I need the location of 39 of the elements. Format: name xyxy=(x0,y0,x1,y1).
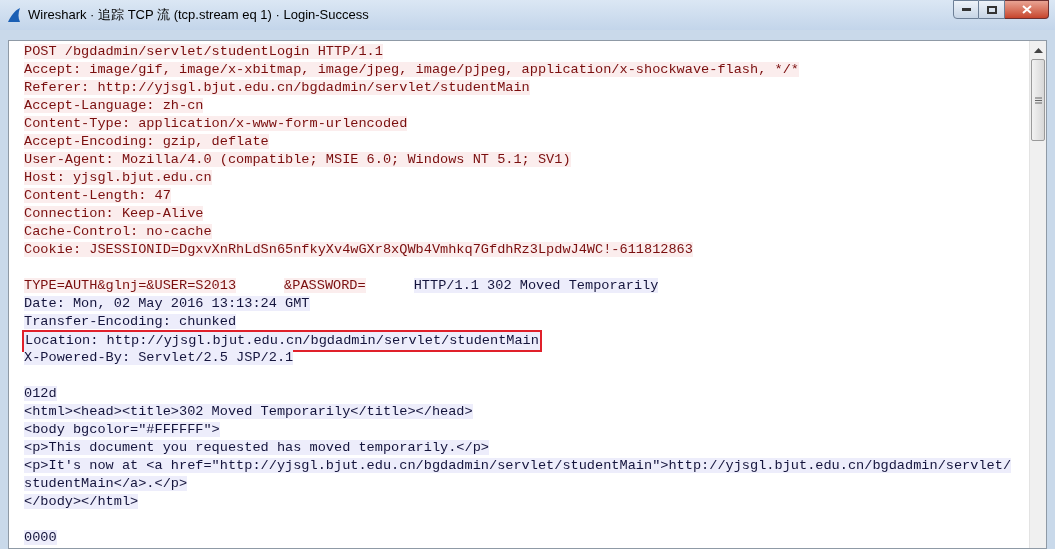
request-text: Referer: http://yjsgl.bjut.edu.cn/bgdadmin/servlet/studentMain xyxy=(24,80,530,95)
shark-fin-icon xyxy=(6,7,22,23)
response-text: 012d xyxy=(24,386,57,401)
maximize-icon xyxy=(986,5,997,14)
request-text: Accept-Language: zh-cn xyxy=(24,98,204,113)
request-text: Accept: image/gif, image/x-xbitmap, image/jpeg, image/pjpeg, application/x-shockwave-flash, */* xyxy=(24,62,799,77)
response-text: X-Powered-By: Servlet/2.5 JSP/2.1 xyxy=(24,350,294,365)
response-text: <html><head><title>302 Moved Temporarily</title></head> xyxy=(24,404,473,419)
scrollbar-thumb[interactable] xyxy=(1031,59,1045,141)
request-text: User-Agent: Mozilla/4.0 (compatible; MSIE 6.0; Windows NT 5.1; SV1) xyxy=(24,152,571,167)
response-text: Location: http://yjsgl.bjut.edu.cn/bgdadmin/servlet/studentMain xyxy=(22,330,542,352)
response-text: <p>It's now at <a href="http://yjsgl.bjut.edu.cn/bgdadmin/servlet/studentMain">http://yjsgl.bjut.edu.cn/bgdadmin/servlet/ xyxy=(24,458,1012,473)
response-text: studentMain</a>.</p> xyxy=(24,476,188,491)
request-text: Host: yjsgl.bjut.edu.cn xyxy=(24,170,212,185)
vertical-scrollbar[interactable] xyxy=(1029,41,1046,548)
minimize-icon xyxy=(961,8,971,11)
request-text: Content-Type: application/x-www-form-urlencoded xyxy=(24,116,408,131)
response-text: </body></html> xyxy=(24,494,139,509)
response-text: Date: Mon, 02 May 2016 13:13:24 GMT xyxy=(24,296,310,311)
request-text: POST /bgdadmin/servlet/studentLogin HTTP/1.1 xyxy=(24,44,383,59)
request-text: Cache-Control: no-cache xyxy=(24,224,212,239)
request-text: &PASSWORD= xyxy=(284,278,366,293)
maximize-button[interactable] xyxy=(979,0,1005,19)
grip-icon xyxy=(1034,96,1042,104)
request-text: Cookie: JSESSIONID=DgxvXnRhLdSn65nfkyXv4wGXr8xQWb4Vmhkq7GfdhRz3LpdwJ4WC!-611812863 xyxy=(24,242,693,257)
request-text: Content-Length: 47 xyxy=(24,188,171,203)
window-title: Wireshark · 追踪 TCP 流 (tcp.stream eq 1) · Login-Success xyxy=(28,6,369,25)
response-text: 0000 xyxy=(24,530,57,545)
response-text: HTTP/1.1 302 Moved Temporarily xyxy=(413,278,659,293)
response-text: <p>This document you requested has moved temporarily.</p> xyxy=(24,440,489,455)
request-text: TYPE=AUTH&glnj=&USER=S2013 xyxy=(24,278,237,293)
response-text: <body bgcolor="#FFFFFF"> xyxy=(24,422,220,437)
close-icon xyxy=(1021,5,1032,14)
minimize-button[interactable] xyxy=(953,0,979,19)
scroll-up-arrow-icon[interactable] xyxy=(1033,48,1043,53)
response-text: Transfer-Encoding: chunked xyxy=(24,314,237,329)
request-text: Accept-Encoding: gzip, deflate xyxy=(24,134,269,149)
request-text: Connection: Keep-Alive xyxy=(24,206,204,221)
close-button[interactable] xyxy=(1005,0,1049,19)
